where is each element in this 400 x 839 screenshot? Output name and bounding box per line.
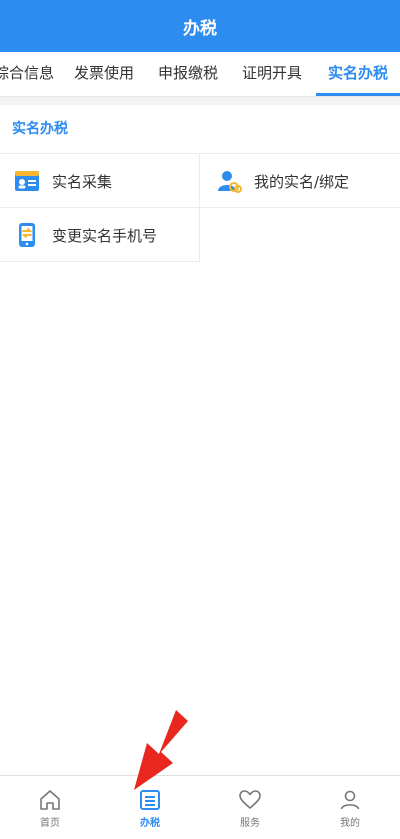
tabbar-label: 服务 bbox=[240, 818, 260, 829]
bottom-tab-bar: 首页 办税 服务 我的 bbox=[0, 775, 400, 839]
tab-label: 实名办税 bbox=[327, 64, 388, 82]
active-tab-indicator bbox=[316, 93, 400, 96]
category-tabs: 综合信息 发票使用 申报缴税 证明开具 实名办税 bbox=[0, 52, 400, 97]
tab-declare-pay-tax[interactable]: 申报缴税 bbox=[158, 52, 218, 96]
section-title: 实名办税 bbox=[12, 121, 68, 137]
grid-divider bbox=[199, 153, 200, 261]
heart-icon bbox=[239, 790, 261, 809]
tab-label: 申报缴税 bbox=[158, 64, 219, 82]
tabbar-label: 首页 bbox=[40, 818, 60, 829]
page-title: 办税 bbox=[183, 18, 217, 39]
tab-certificate-issue[interactable]: 证明开具 bbox=[242, 52, 302, 96]
annotation-arrow-icon bbox=[134, 710, 188, 790]
item-label: 变更实名手机号 bbox=[52, 226, 158, 245]
change-real-name-phone-item[interactable]: 变更实名手机号 bbox=[14, 208, 194, 262]
tab-real-name-tax[interactable]: 实名办税 bbox=[316, 52, 400, 96]
tab-label: 综合信息 bbox=[0, 64, 55, 82]
tabbar-label: 我的 bbox=[340, 818, 360, 829]
my-real-name-binding-item[interactable]: 我的实名/绑定 bbox=[216, 154, 396, 208]
person-icon bbox=[340, 790, 360, 810]
id-card-icon bbox=[15, 171, 39, 191]
tabbar-item-home[interactable]: 首页 bbox=[0, 776, 100, 839]
tabbar-label: 办税 bbox=[140, 818, 160, 829]
tab-invoice-use[interactable]: 发票使用 bbox=[74, 52, 134, 96]
real-name-collection-item[interactable]: 实名采集 bbox=[14, 154, 194, 208]
tab-label: 证明开具 bbox=[242, 64, 303, 82]
user-link-icon bbox=[218, 171, 242, 193]
item-label: 实名采集 bbox=[52, 172, 113, 191]
home-icon bbox=[40, 790, 60, 810]
phone-swap-icon bbox=[19, 223, 35, 247]
tab-label: 发票使用 bbox=[74, 64, 135, 82]
top-app-bar: 办税 bbox=[0, 0, 400, 52]
tabbar-item-mine[interactable]: 我的 bbox=[300, 776, 400, 839]
tab-comprehensive-info[interactable]: 综合信息 bbox=[0, 52, 54, 96]
section-divider bbox=[0, 97, 400, 105]
tabbar-item-service[interactable]: 服务 bbox=[200, 776, 300, 839]
item-label: 我的实名/绑定 bbox=[254, 172, 350, 191]
